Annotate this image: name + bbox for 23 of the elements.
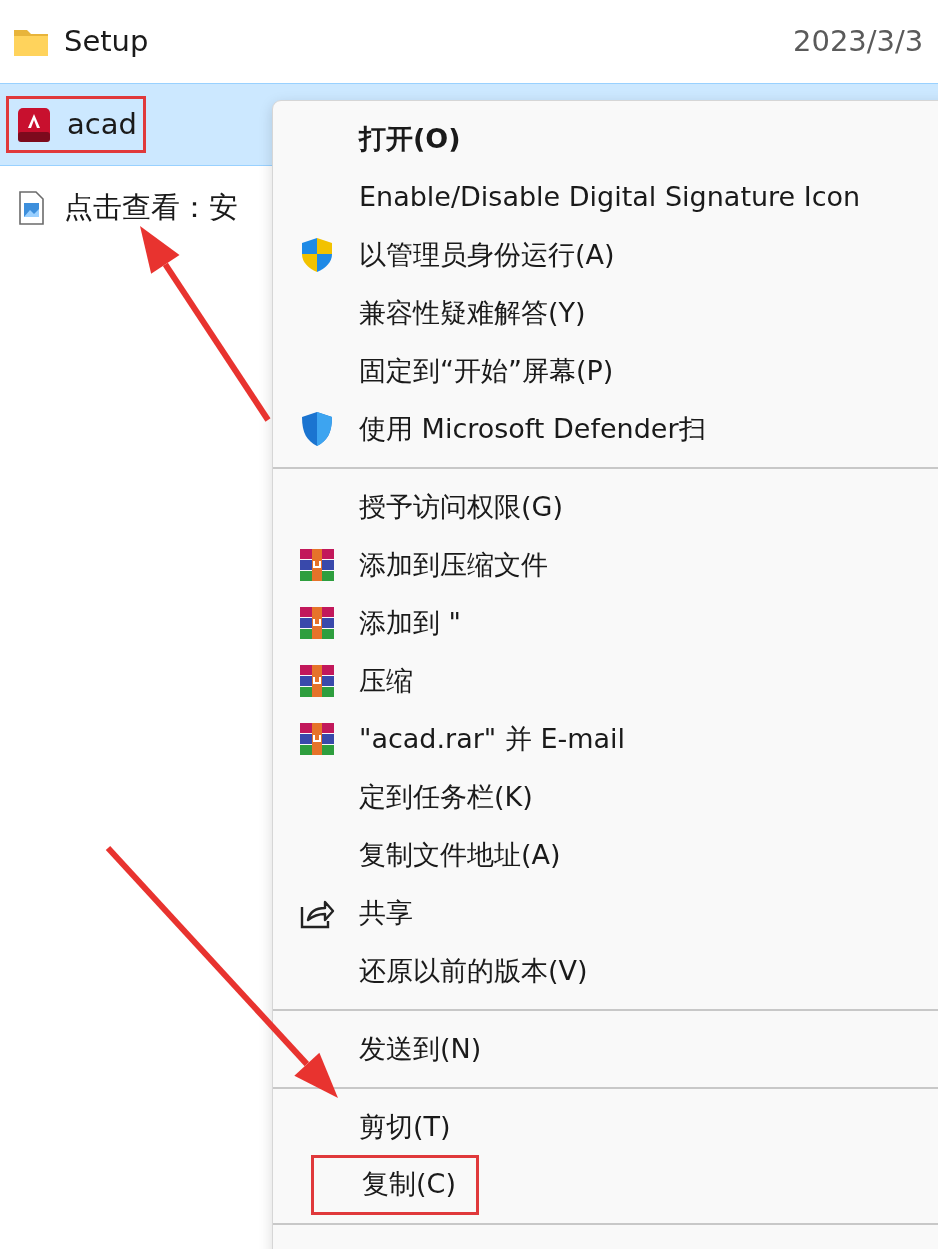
- app-icon: [15, 105, 53, 144]
- menu-item[interactable]: 共享: [359, 892, 413, 934]
- menu-item[interactable]: 压缩: [359, 660, 413, 702]
- menu-item[interactable]: "acad.rar" 并 E-mail: [359, 718, 626, 760]
- menu-item[interactable]: 打开(O): [359, 118, 461, 160]
- menu-item[interactable]: 剪切(T): [359, 1106, 451, 1148]
- menu-item[interactable]: 固定到“开始”屏幕(P): [359, 350, 614, 392]
- menu-item[interactable]: 添加到 ": [359, 602, 461, 644]
- menu-item[interactable]: 使用 Microsoft Defender扫: [359, 408, 706, 450]
- menu-item[interactable]: 添加到压缩文件: [359, 544, 548, 586]
- menu-item[interactable]: 定到任务栏(K): [359, 776, 533, 818]
- menu-item[interactable]: 以管理员身份运行(A): [359, 234, 615, 276]
- file-name[interactable]: 点击查看：安: [64, 185, 238, 230]
- file-date: 2023/3/3: [793, 22, 924, 60]
- file-name[interactable]: acad: [67, 102, 137, 147]
- menu-item[interactable]: 兼容性疑难解答(Y): [359, 292, 586, 334]
- menu-item[interactable]: 发送到(N): [359, 1028, 482, 1070]
- menu-item[interactable]: 授予访问权限(G): [359, 486, 563, 528]
- menu-item[interactable]: Enable/Disable Digital Signature Icon: [359, 176, 861, 218]
- menu-item[interactable]: 复制(C): [311, 1154, 479, 1216]
- file-name[interactable]: Setup: [64, 19, 149, 64]
- menu-item[interactable]: 复制文件地址(A): [359, 834, 561, 876]
- menu-item[interactable]: 还原以前的版本(V): [359, 950, 588, 992]
